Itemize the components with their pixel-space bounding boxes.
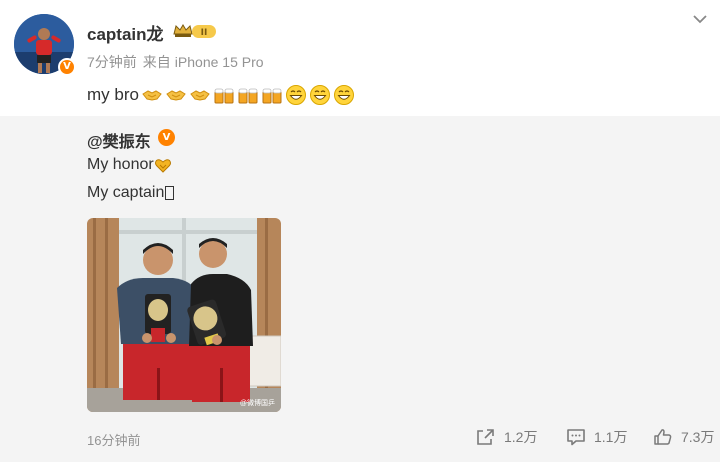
post-meta: 7分钟前 来自 iPhone 15 Pro: [87, 52, 264, 72]
verified-badge-icon: V: [58, 58, 76, 76]
original-text-line-1: My honor: [87, 156, 172, 174]
source-prefix: 来自: [142, 54, 171, 70]
comment-button[interactable]: 1.1万: [566, 427, 627, 447]
like-count: 7.3万: [681, 429, 715, 445]
comment-count: 1.1万: [594, 429, 628, 445]
post-text: my bro: [87, 84, 357, 106]
original-text-2: My captain: [87, 184, 165, 201]
photo-watermark: @微博国乒: [239, 400, 275, 407]
heart-hands-emoji: [154, 159, 171, 173]
share-button[interactable]: 1.2万: [476, 427, 537, 447]
share-icon: [477, 429, 494, 445]
beer-emoji: [214, 88, 234, 104]
username[interactable]: captain龙: [87, 20, 164, 45]
post-time[interactable]: 7分钟前: [87, 54, 137, 70]
share-count: 1.2万: [504, 429, 538, 445]
vip-badge-icon[interactable]: II: [172, 22, 218, 40]
grin-emoji: [309, 85, 330, 105]
original-text-line-2: My captain: [87, 184, 175, 202]
grin-emoji: [333, 85, 354, 105]
comment-icon: [567, 429, 585, 446]
vip-level: II: [201, 28, 208, 38]
repost-time[interactable]: 16分钟前: [87, 430, 140, 449]
grin-emoji: [285, 85, 306, 105]
like-button[interactable]: 7.3万: [653, 427, 714, 447]
chevron-down-icon[interactable]: [690, 12, 710, 28]
verified-badge-icon: V: [158, 129, 175, 146]
beer-emoji: [262, 88, 282, 104]
handshake-emoji: [166, 90, 186, 101]
post-photo[interactable]: @微博国乒: [87, 218, 281, 412]
reposted-content[interactable]: @樊振东 V My honor My captain @微博国乒 16分钟前 1…: [0, 116, 720, 462]
handshake-emoji: [190, 90, 210, 101]
emoji-row: [141, 84, 357, 106]
weibo-post: V captain龙 II 7分钟前 来自 iPhone 15 Pro my bro: [0, 0, 720, 116]
missing-glyph-icon: [165, 186, 175, 200]
original-text-1: My honor: [87, 156, 154, 173]
beer-emoji: [238, 88, 258, 104]
device-name: iPhone 15 Pro: [174, 54, 264, 70]
thumbs-up-icon: [654, 429, 672, 445]
original-author[interactable]: @樊振东: [87, 128, 151, 152]
handshake-emoji: [142, 90, 162, 101]
post-text-content: my bro: [87, 85, 139, 104]
